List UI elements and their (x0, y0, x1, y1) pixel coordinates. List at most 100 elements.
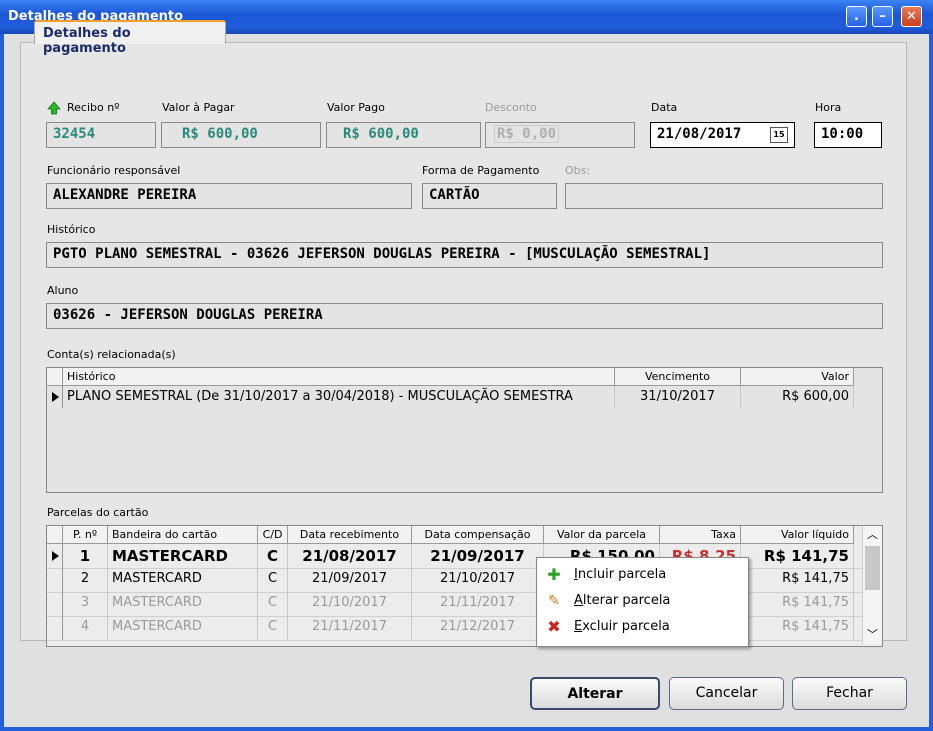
valor-pago-label: Valor Pago (327, 101, 385, 114)
menu-item-alterar[interactable]: ✎ Alterar parcela (537, 589, 746, 613)
data-label: Data (651, 101, 678, 114)
aluno-field[interactable]: 03626 - JEFERSON DOUGLAS PEREIRA (46, 303, 883, 329)
calendar-icon[interactable]: 15 (770, 127, 788, 143)
hora-field[interactable]: 10:00 (814, 122, 882, 148)
parcela-cd: C (258, 544, 288, 568)
desconto-value: R$ 0,00 (494, 125, 560, 143)
parcelas-col-valor[interactable]: Valor da parcela (544, 526, 660, 544)
parcela-liquido: R$ 141,75 (741, 568, 854, 592)
historico-label: Histórico (47, 223, 96, 236)
conta-valor: R$ 600,00 (741, 386, 854, 408)
restore-icon: – (879, 9, 886, 24)
parcelas-col-comp[interactable]: Data compensação (412, 526, 544, 544)
desconto-field[interactable]: R$ 0,00 (485, 122, 635, 148)
fechar-button[interactable]: Fechar (792, 677, 907, 710)
menu-item-label: Incluir parcela (574, 567, 667, 582)
edit-icon: ✎ (548, 593, 560, 609)
parcela-liquido: R$ 141,75 (741, 544, 854, 568)
parcela-comp: 21/10/2017 (412, 568, 544, 592)
parcelas-col-bandeira[interactable]: Bandeira do cartão (108, 526, 258, 544)
window: Detalhes do pagamento . – ✕ Recibo nº Va… (0, 0, 933, 731)
contas-col-vencimento[interactable]: Vencimento (615, 368, 741, 386)
parcelas-col-n[interactable]: P. nº (63, 526, 108, 544)
vertical-scrollbar[interactable]: ︿ ﹀ (862, 526, 882, 644)
valor-pago-field[interactable]: R$ 600,00 (326, 122, 481, 148)
parcela-receb: 21/10/2017 (288, 592, 412, 616)
aluno-label: Aluno (47, 284, 79, 297)
parcela-cd: C (258, 616, 288, 640)
minimize-button[interactable]: . (846, 6, 867, 27)
conta-historico: PLANO SEMESTRAL (De 31/10/2017 a 30/04/2… (63, 386, 615, 408)
parcela-receb: 21/11/2017 (288, 616, 412, 640)
funcionario-label: Funcionário responsável (47, 164, 181, 177)
data-field[interactable]: 21/08/2017 15 (650, 122, 795, 148)
contas-col-historico[interactable]: Histórico (63, 368, 615, 386)
obs-field[interactable] (565, 183, 883, 209)
hora-label: Hora (815, 101, 842, 114)
historico-field[interactable]: PGTO PLANO SEMESTRAL - 03626 JEFERSON DO… (46, 242, 883, 268)
forma-pagamento-field[interactable]: CARTÃO (422, 183, 557, 209)
desconto-label: Desconto (485, 101, 537, 114)
parcelas-indicator-header (47, 526, 63, 544)
forma-pagamento-label: Forma de Pagamento (422, 164, 540, 177)
menu-item-label: Alterar parcela (574, 593, 671, 608)
funcionario-field[interactable]: ALEXANDRE PEREIRA (46, 183, 412, 209)
parcela-n: 3 (63, 592, 108, 616)
contas-label: Conta(s) relacionada(s) (47, 348, 176, 361)
alterar-button[interactable]: Alterar (530, 677, 660, 710)
parcela-bandeira: MASTERCARD (108, 616, 258, 640)
close-button[interactable]: ✕ (901, 6, 922, 27)
valor-pagar-field[interactable]: R$ 600,00 (161, 122, 321, 148)
context-menu: ✚ Incluir parcela ✎ Alterar parcela ✖ Ex… (536, 557, 749, 647)
obs-label: Obs: (565, 164, 591, 177)
parcela-bandeira: MASTERCARD (108, 568, 258, 592)
parcelas-label: Parcelas do cartão (47, 506, 149, 519)
menu-item-label: Excluir parcela (574, 619, 670, 634)
parcela-bandeira: MASTERCARD (108, 592, 258, 616)
delete-icon: ✖ (547, 617, 561, 636)
parcelas-col-receb[interactable]: Data recebimento (288, 526, 412, 544)
parcela-comp: 21/09/2017 (412, 544, 544, 568)
conta-vencimento: 31/10/2017 (615, 386, 741, 408)
parcela-liquido: R$ 141,75 (741, 592, 854, 616)
menu-item-incluir[interactable]: ✚ Incluir parcela (537, 563, 746, 587)
plus-icon: ✚ (547, 565, 561, 584)
scroll-thumb[interactable] (865, 546, 880, 590)
parcelas-col-liquido[interactable]: Valor líquido (741, 526, 854, 544)
parcela-n: 2 (63, 568, 108, 592)
tab-detalhes[interactable]: Detalhes do pagamento (34, 20, 226, 56)
parcela-liquido: R$ 141,75 (741, 616, 854, 640)
recibo-field[interactable]: 32454 (46, 122, 156, 148)
contas-indicator-header (47, 368, 63, 386)
maximize-button[interactable]: – (872, 6, 893, 27)
scroll-up-icon[interactable]: ︿ (863, 528, 882, 542)
parcela-comp: 21/12/2017 (412, 616, 544, 640)
parcela-cd: C (258, 592, 288, 616)
arrow-up-icon (47, 101, 61, 118)
data-value: 21/08/2017 (657, 126, 742, 142)
parcela-receb: 21/08/2017 (288, 544, 412, 568)
tab-panel: Recibo nº Valor à Pagar Valor Pago Desco… (20, 42, 907, 647)
scroll-down-icon[interactable]: ﹀ (863, 628, 882, 642)
parcela-receb: 21/09/2017 (288, 568, 412, 592)
cancelar-button[interactable]: Cancelar (669, 677, 784, 710)
row-indicator (47, 592, 63, 616)
parcelas-grid[interactable]: P. nº Bandeira do cartão C/D Data recebi… (46, 525, 883, 647)
valor-pagar-label: Valor à Pagar (162, 101, 235, 114)
contas-col-valor[interactable]: Valor (741, 368, 854, 386)
parcelas-col-cd[interactable]: C/D (258, 526, 288, 544)
parcela-comp: 21/11/2017 (412, 592, 544, 616)
contas-grid[interactable]: Histórico Vencimento Valor PLANO SEMESTR… (46, 367, 883, 493)
parcela-n: 1 (63, 544, 108, 568)
close-icon: ✕ (906, 9, 917, 24)
parcela-n: 4 (63, 616, 108, 640)
table-row[interactable]: PLANO SEMESTRAL (De 31/10/2017 a 30/04/2… (47, 386, 854, 408)
row-indicator (47, 568, 63, 592)
recibo-label: Recibo nº (67, 101, 120, 114)
parcela-cd: C (258, 568, 288, 592)
menu-item-excluir[interactable]: ✖ Excluir parcela (537, 615, 746, 639)
row-pointer-icon (47, 544, 63, 568)
parcelas-col-taxa[interactable]: Taxa (660, 526, 741, 544)
row-pointer-icon (47, 386, 63, 408)
row-indicator (47, 616, 63, 640)
